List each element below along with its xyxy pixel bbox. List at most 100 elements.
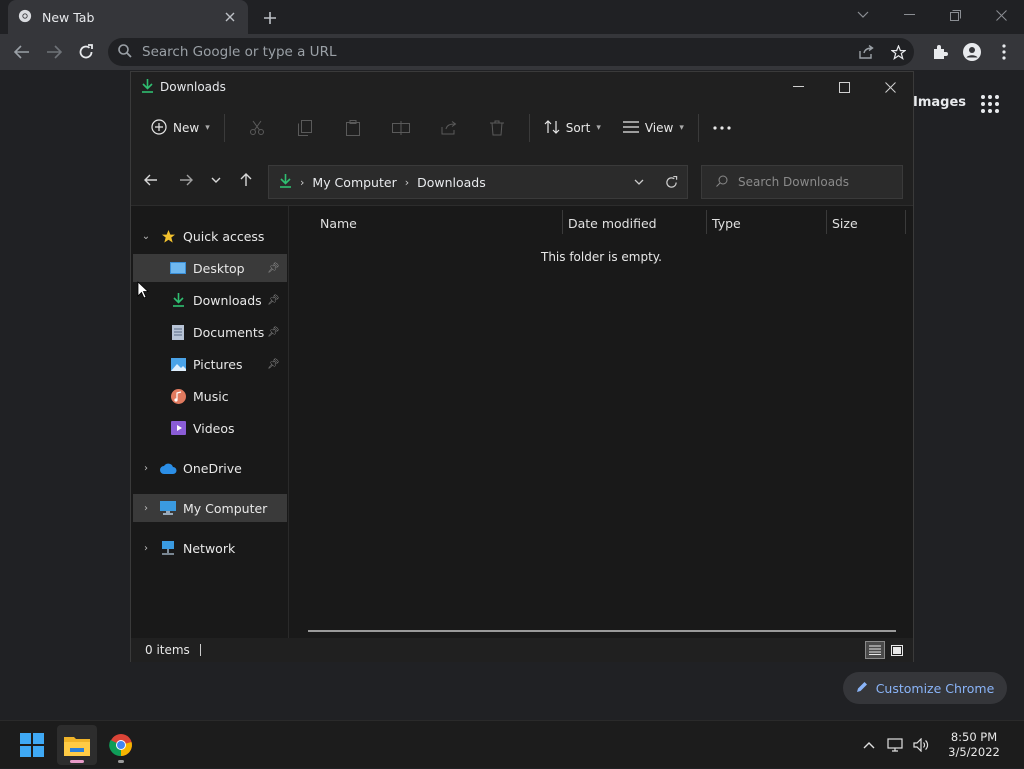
downloads-arrow-icon (141, 78, 154, 96)
explorer-close-button[interactable] (867, 72, 913, 102)
customize-chrome-label: Customize Chrome (875, 680, 995, 696)
sidebar-item-network[interactable]: › Network (133, 534, 287, 562)
pin-icon[interactable]: 📌︎ (267, 359, 283, 370)
videos-icon (169, 420, 187, 436)
ntp-images-link[interactable]: Images (913, 95, 966, 110)
tab-title: New Tab (42, 9, 95, 25)
back-arrow-icon[interactable] (139, 168, 163, 192)
cut-scissors-icon[interactable] (233, 112, 281, 144)
chrome-menu-kebab-icon[interactable] (988, 36, 1020, 68)
network-status-icon[interactable] (882, 732, 908, 758)
google-apps-grid-icon[interactable] (980, 94, 1000, 114)
delete-trash-icon[interactable] (473, 112, 521, 144)
address-bar[interactable]: › My Computer › Downloads (268, 165, 688, 199)
sidebar-item-label: Videos (193, 420, 235, 436)
explorer-maximize-button[interactable] (821, 72, 867, 102)
chrome-minimize-button[interactable] (886, 0, 932, 30)
sidebar-item-pictures[interactable]: Pictures 📌︎ (133, 350, 287, 378)
explorer-command-bar: New ▾ Sort ▾ View ▾ (131, 102, 913, 154)
sidebar-item-label: Pictures (193, 356, 243, 372)
address-history-chevron-icon[interactable] (623, 166, 655, 198)
recent-locations-chevron-icon[interactable] (204, 168, 228, 192)
collapse-chevron-icon[interactable]: ⌄ (133, 231, 159, 242)
chrome-favicon-icon (18, 9, 32, 26)
up-arrow-icon[interactable] (234, 168, 258, 192)
share-icon[interactable] (850, 36, 882, 68)
sidebar-item-desktop[interactable]: Desktop 📌︎ (133, 254, 287, 282)
pin-icon[interactable]: 📌︎ (267, 327, 283, 338)
show-hidden-icons-chevron-icon[interactable] (856, 732, 882, 758)
system-clock[interactable]: 8:50 PM 3/5/2022 (934, 730, 1014, 760)
chrome-tab-new-tab[interactable]: New Tab (8, 0, 248, 34)
pin-icon[interactable]: 📌︎ (267, 263, 283, 274)
sort-button[interactable]: Sort ▾ (538, 112, 607, 144)
sidebar-item-documents[interactable]: Documents 📌︎ (133, 318, 287, 346)
reload-icon[interactable] (70, 36, 102, 68)
more-options-ellipsis-icon[interactable] (707, 112, 737, 144)
search-downloads-input[interactable]: Search Downloads (701, 165, 903, 199)
extensions-puzzle-icon[interactable] (924, 36, 956, 68)
view-button[interactable]: View ▾ (617, 112, 690, 144)
chevron-down-icon: ▾ (205, 123, 210, 133)
chevron-down-icon: ▾ (596, 123, 601, 133)
share-icon[interactable] (425, 112, 473, 144)
column-header-date-modified[interactable]: Date modified (568, 206, 657, 240)
tab-close-icon[interactable] (222, 9, 238, 25)
music-note-icon (169, 388, 187, 404)
details-view-icon[interactable] (865, 641, 885, 659)
star-icon (159, 228, 177, 244)
forward-arrow-icon[interactable] (174, 168, 198, 192)
item-count: 0 items (145, 643, 190, 657)
empty-folder-message: This folder is empty. (541, 250, 662, 264)
expand-chevron-icon[interactable]: › (133, 503, 159, 514)
view-lines-icon (622, 120, 639, 136)
profile-avatar-icon[interactable] (956, 36, 988, 68)
start-windows-icon[interactable] (12, 725, 52, 765)
omnibox-placeholder: Search Google or type a URL (142, 44, 337, 60)
tab-search-chevron-icon[interactable] (840, 0, 886, 30)
status-bar: 0 items (131, 638, 913, 662)
forward-arrow-icon[interactable] (38, 36, 70, 68)
chrome-restore-button[interactable] (932, 0, 978, 30)
chrome-close-button[interactable] (978, 0, 1024, 30)
breadcrumb-my-computer[interactable]: My Computer (312, 175, 396, 190)
explorer-titlebar: Downloads (131, 72, 913, 102)
onedrive-cloud-icon (159, 460, 177, 476)
taskbar-chrome-icon[interactable] (101, 725, 141, 765)
sidebar-item-downloads[interactable]: Downloads 📌︎ (133, 286, 287, 314)
sidebar-item-onedrive[interactable]: › OneDrive (133, 454, 287, 482)
pin-icon[interactable]: 📌︎ (267, 295, 283, 306)
sidebar-item-videos[interactable]: Videos (133, 414, 287, 442)
taskbar-file-explorer-icon[interactable] (57, 725, 97, 765)
column-header-name[interactable]: Name (320, 206, 357, 240)
omnibox[interactable]: Search Google or type a URL (108, 38, 914, 66)
sort-arrows-icon (544, 119, 560, 137)
copy-icon[interactable] (281, 112, 329, 144)
clock-date: 3/5/2022 (948, 745, 1000, 759)
sidebar-item-music[interactable]: Music (133, 382, 287, 410)
sidebar-item-label: Documents (193, 324, 265, 340)
volume-speaker-icon[interactable] (908, 732, 934, 758)
paste-clipboard-icon[interactable] (329, 112, 377, 144)
new-tab-button[interactable] (258, 6, 282, 30)
tiles-view-icon[interactable] (887, 641, 907, 659)
customize-chrome-button[interactable]: Customize Chrome (843, 672, 1007, 704)
sidebar-item-quick-access[interactable]: ⌄ Quick access (133, 222, 287, 250)
file-explorer-window: Downloads New ▾ Sort ▾ View ▾ › My Compu… (130, 71, 914, 662)
back-arrow-icon[interactable] (6, 36, 38, 68)
clock-time: 8:50 PM (950, 730, 998, 744)
breadcrumb-downloads[interactable]: Downloads (417, 175, 486, 190)
new-button[interactable]: New ▾ (145, 112, 216, 144)
bookmark-star-icon[interactable] (882, 36, 914, 68)
file-list: Name Date modified Type Size This folder… (290, 206, 913, 638)
column-header-type[interactable]: Type (712, 206, 741, 240)
expand-chevron-icon[interactable]: › (133, 543, 159, 554)
sidebar-item-my-computer[interactable]: › My Computer (133, 494, 287, 522)
refresh-icon[interactable] (655, 166, 687, 198)
rename-icon[interactable] (377, 112, 425, 144)
column-header-size[interactable]: Size (832, 206, 858, 240)
horizontal-scrollbar[interactable] (308, 630, 896, 632)
explorer-minimize-button[interactable] (775, 72, 821, 102)
expand-chevron-icon[interactable]: › (133, 463, 159, 474)
sort-label: Sort (565, 121, 591, 135)
